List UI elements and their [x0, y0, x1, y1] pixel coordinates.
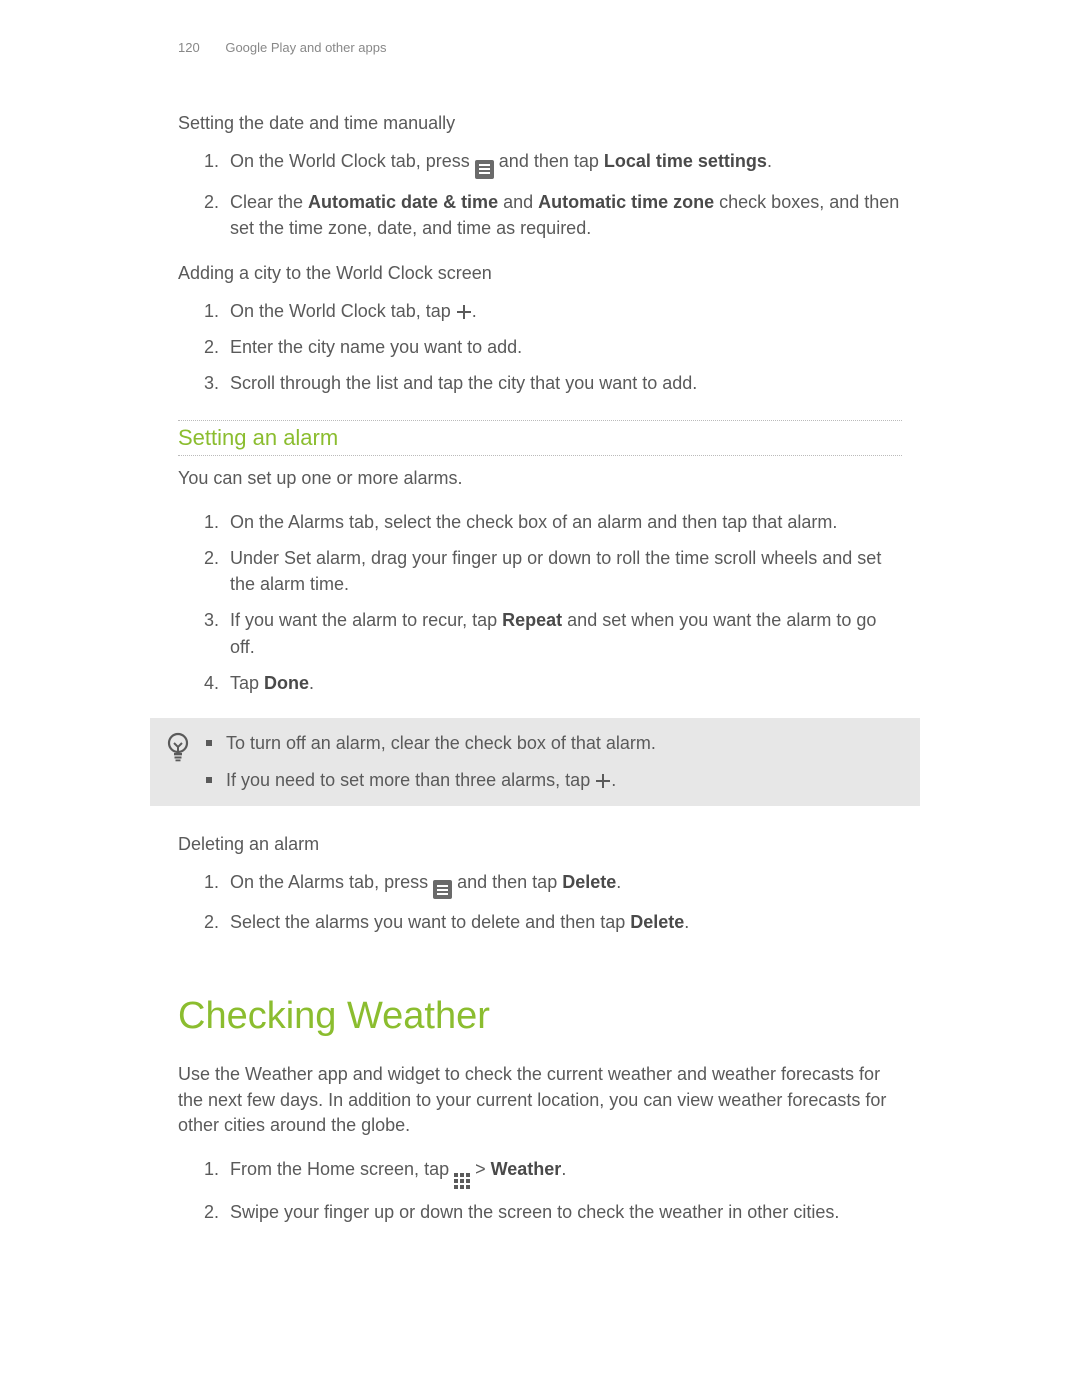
text: .: [309, 673, 314, 693]
text: and then tap: [499, 151, 604, 171]
text: On the World Clock tab, tap: [230, 301, 456, 321]
menu-icon: [433, 880, 452, 899]
text: Select the alarms you want to delete and…: [230, 912, 630, 932]
steps-setting-alarm: On the Alarms tab, select the check box …: [178, 509, 902, 696]
text: .: [561, 1159, 566, 1179]
list-item: On the World Clock tab, press and then t…: [224, 148, 902, 179]
ui-label-weather: Weather: [491, 1159, 562, 1179]
chapter-title-checking-weather: Checking Weather: [178, 995, 902, 1038]
text: .: [684, 912, 689, 932]
ui-label-auto-time-zone: Automatic time zone: [538, 192, 714, 212]
subheading-add-city: Adding a city to the World Clock screen: [178, 263, 902, 284]
list-item: Enter the city name you want to add.: [224, 334, 902, 360]
ui-label-repeat: Repeat: [502, 610, 562, 630]
text: If you need to set more than three alarm…: [226, 770, 595, 790]
ui-label-local-time-settings: Local time settings: [604, 151, 767, 171]
text: If you want the alarm to recur, tap: [230, 610, 502, 630]
document-page: 120 Google Play and other apps Setting t…: [0, 0, 1080, 1397]
list-item: Swipe your finger up or down the screen …: [224, 1199, 902, 1225]
section-title-setting-alarm: Setting an alarm: [178, 420, 902, 456]
tip-item: To turn off an alarm, clear the check bo…: [206, 730, 656, 757]
text: On the World Clock tab, press: [230, 151, 475, 171]
ui-label-delete: Delete: [630, 912, 684, 932]
list-item: Scroll through the list and tap the city…: [224, 370, 902, 396]
text: .: [616, 872, 621, 892]
text: From the Home screen, tap: [230, 1159, 454, 1179]
text: and then tap: [457, 872, 562, 892]
list-item: Under Set alarm, drag your finger up or …: [224, 545, 902, 597]
page-number: 120: [178, 40, 200, 55]
plus-icon: [456, 304, 472, 320]
ui-label-auto-date-time: Automatic date & time: [308, 192, 498, 212]
list-item: If you want the alarm to recur, tap Repe…: [224, 607, 902, 659]
list-item: On the Alarms tab, press and then tap De…: [224, 869, 902, 900]
subheading-deleting-alarm: Deleting an alarm: [178, 834, 902, 855]
text: On the Alarms tab, press: [230, 872, 433, 892]
text: and: [498, 192, 538, 212]
page-header: 120 Google Play and other apps: [178, 40, 902, 55]
tip-icon-column: [150, 730, 206, 762]
ui-label-done: Done: [264, 673, 309, 693]
text: Tap: [230, 673, 264, 693]
ui-label-delete: Delete: [562, 872, 616, 892]
text: Clear the: [230, 192, 308, 212]
subheading-set-date-time: Setting the date and time manually: [178, 113, 902, 134]
all-apps-icon: [454, 1173, 470, 1189]
tip-box: To turn off an alarm, clear the check bo…: [150, 718, 920, 806]
plus-icon: [595, 773, 611, 789]
list-item: On the World Clock tab, tap .: [224, 298, 902, 324]
tip-list: To turn off an alarm, clear the check bo…: [206, 730, 656, 794]
list-item: Select the alarms you want to delete and…: [224, 909, 902, 935]
chapter-name: Google Play and other apps: [225, 40, 386, 55]
alarm-intro: You can set up one or more alarms.: [178, 466, 902, 491]
text: .: [472, 301, 477, 321]
text: .: [767, 151, 772, 171]
steps-weather: From the Home screen, tap > Weather. Swi…: [178, 1156, 902, 1225]
tip-item: If you need to set more than three alarm…: [206, 767, 656, 794]
list-item: On the Alarms tab, select the check box …: [224, 509, 902, 535]
list-item: Tap Done.: [224, 670, 902, 696]
lightbulb-icon: [166, 732, 190, 762]
text: >: [475, 1159, 491, 1179]
text: .: [611, 770, 616, 790]
weather-intro: Use the Weather app and widget to check …: [178, 1062, 902, 1138]
list-item: Clear the Automatic date & time and Auto…: [224, 189, 902, 241]
list-item: From the Home screen, tap > Weather.: [224, 1156, 902, 1189]
steps-deleting-alarm: On the Alarms tab, press and then tap De…: [178, 869, 902, 936]
steps-set-date-time: On the World Clock tab, press and then t…: [178, 148, 902, 241]
steps-add-city: On the World Clock tab, tap . Enter the …: [178, 298, 902, 396]
menu-icon: [475, 160, 494, 179]
